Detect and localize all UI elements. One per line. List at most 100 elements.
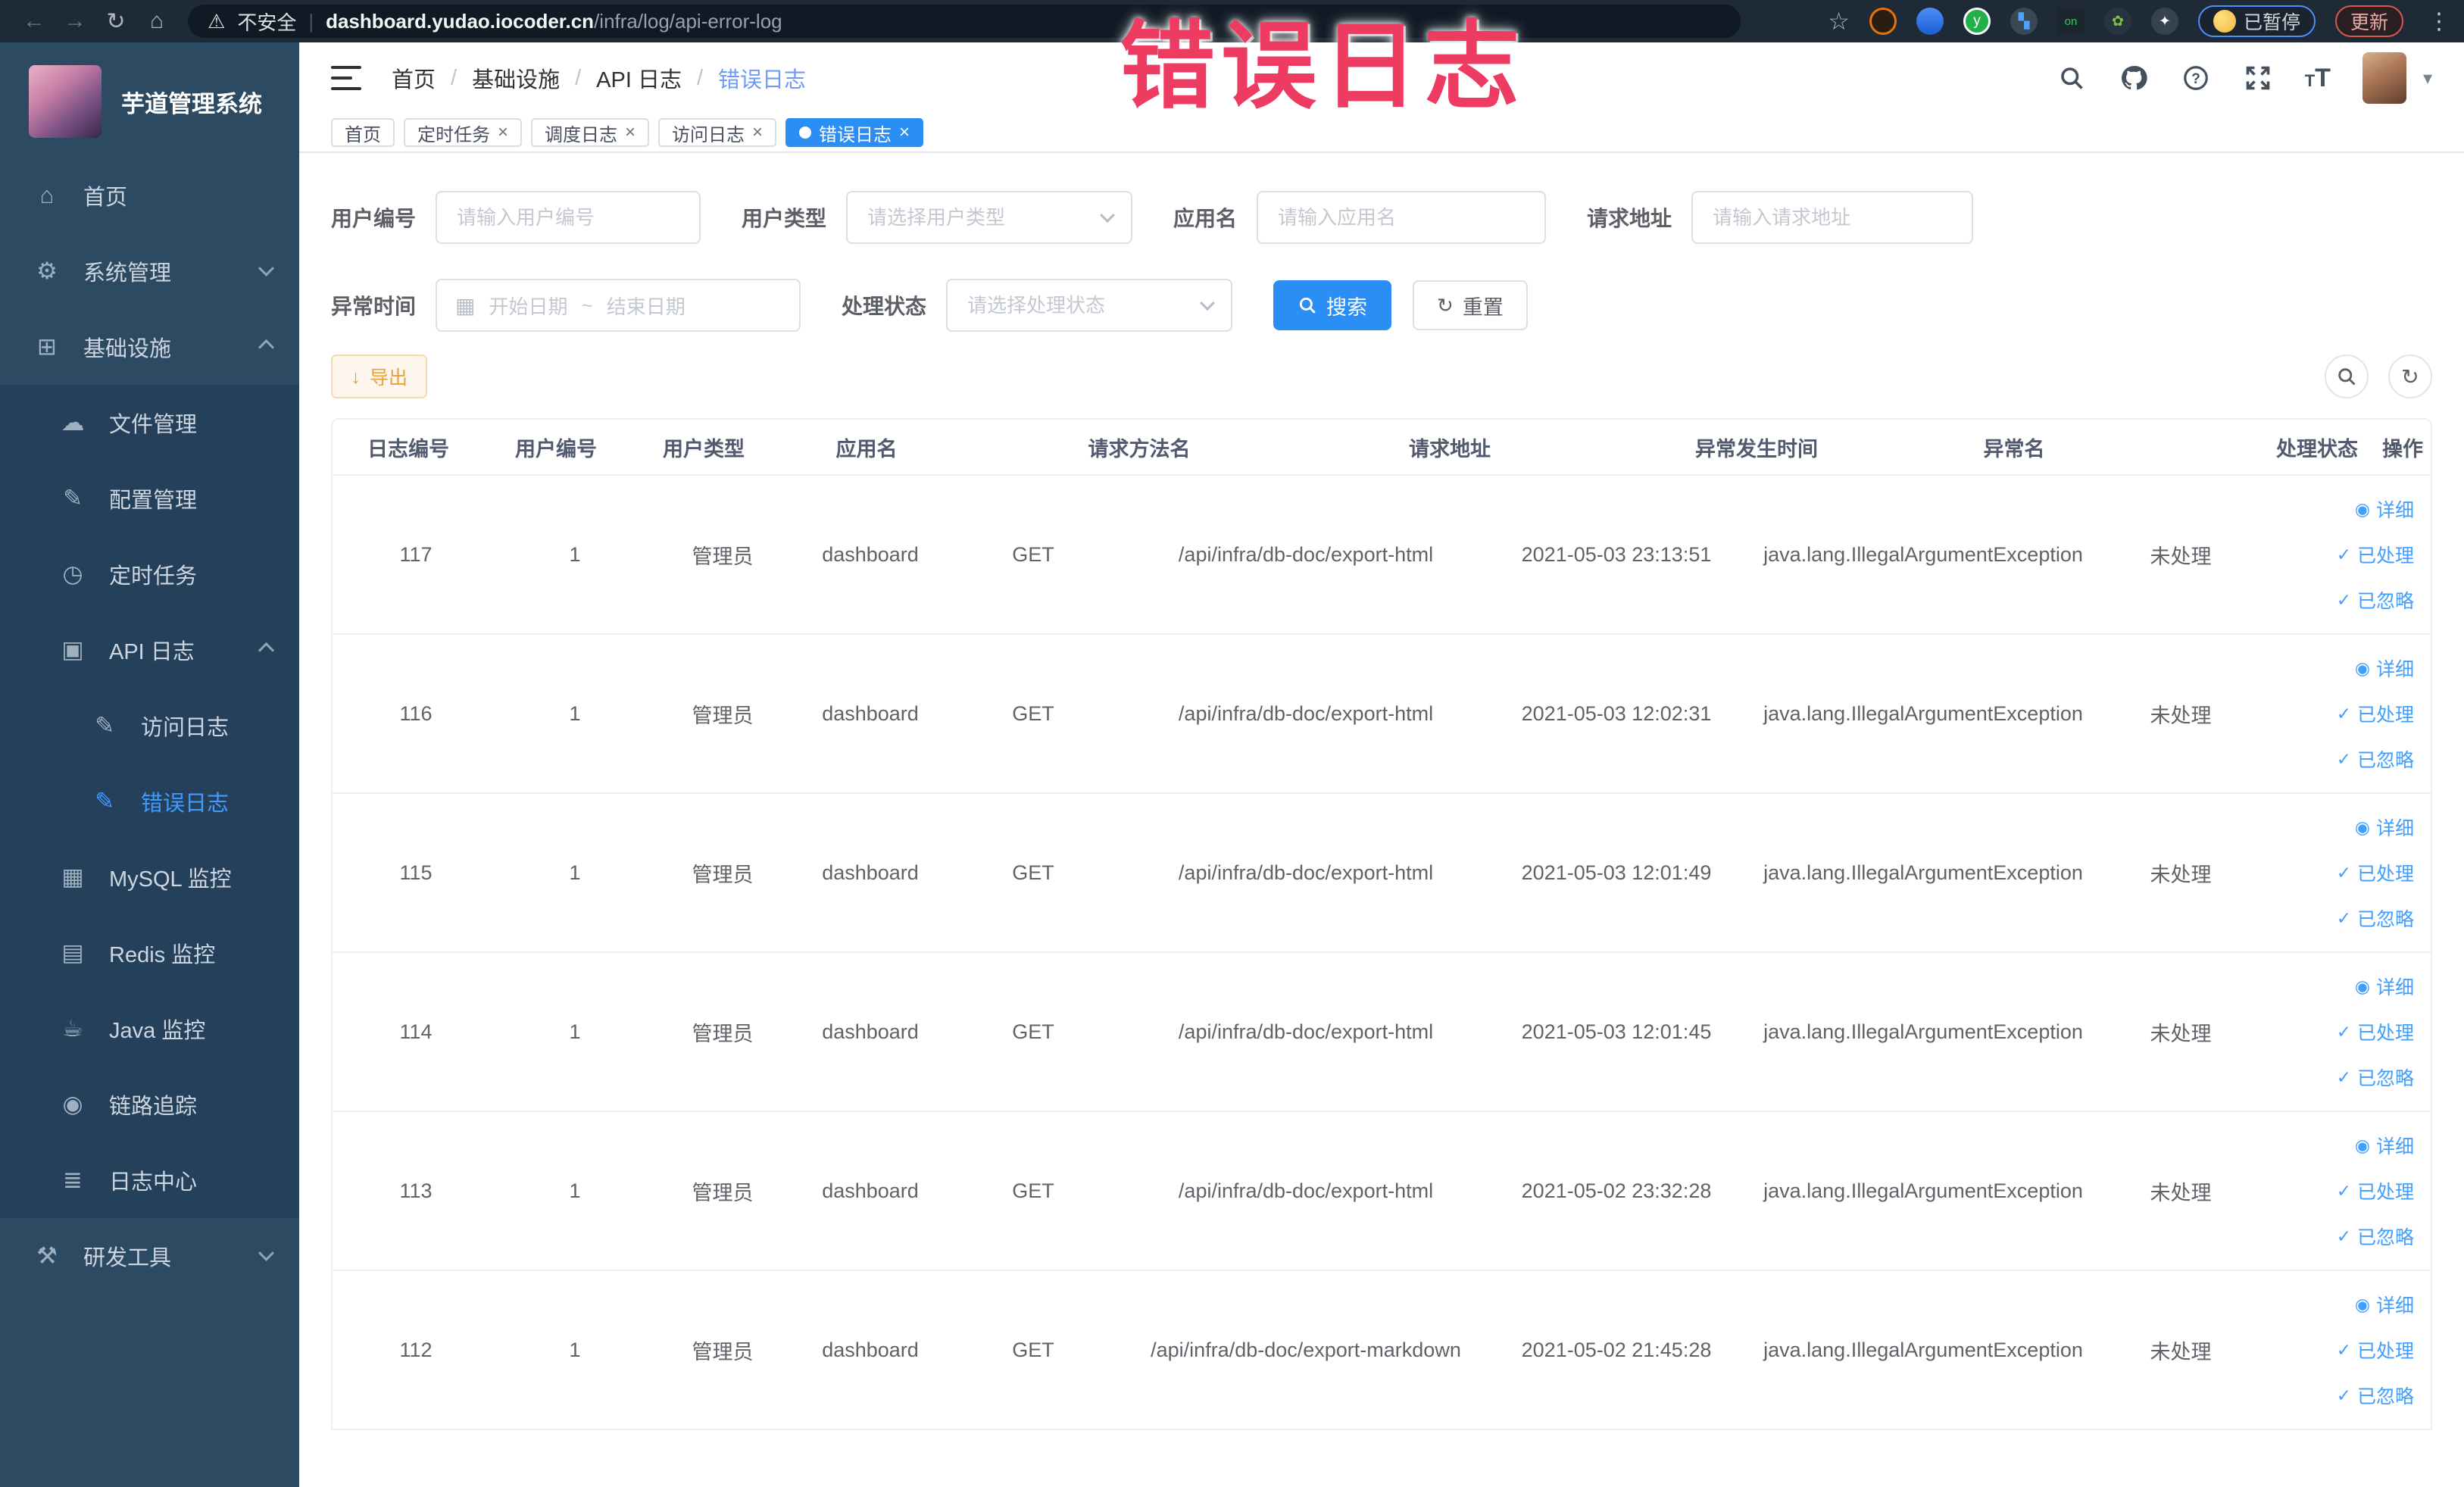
mark-processed-link[interactable]: ✓ 已处理 [2337,1177,2414,1204]
detail-link[interactable]: ◉ 详细 [2355,1132,2414,1159]
sidebar-item-redis-monitor[interactable]: ▤ Redis 监控 [0,915,299,991]
github-icon[interactable] [2119,63,2149,93]
app-logo[interactable]: 芋道管理系统 [0,42,299,158]
table-row[interactable]: 116 1 管理员 dashboard GET /api/infra/db-do… [333,635,2431,794]
sidebar-item-infra[interactable]: ⊞ 基础设施 [0,309,299,385]
close-icon[interactable]: × [752,123,763,142]
sidebar-item-config-manage[interactable]: ✎ 配置管理 [0,461,299,536]
user-type-select-input[interactable] [846,191,1133,244]
mark-ignored-link[interactable]: ✓ 已忽略 [2337,1223,2414,1250]
sidebar-item-access-log[interactable]: ✎ 访问日志 [0,688,299,764]
mark-ignored-link[interactable]: ✓ 已忽略 [2337,1382,2414,1409]
detail-link[interactable]: ◉ 详细 [2355,814,2414,841]
calendar-icon: ▦ [455,293,476,317]
mark-processed-link[interactable]: ✓ 已处理 [2337,700,2414,727]
extension-icon[interactable] [1869,8,1897,35]
request-url-input[interactable] [1691,191,1974,244]
cell-status: 未处理 [2150,1340,2212,1364]
tag-home[interactable]: 首页 [331,118,395,147]
tag-schedule-log[interactable]: 调度日志 × [531,118,650,147]
avatar-caret-icon[interactable]: ▾ [2423,67,2432,89]
exception-time-range-picker[interactable]: ▦ 开始日期 ~ 结束日期 [436,279,801,332]
breadcrumb-item[interactable]: API 日志 [596,62,682,94]
table-row[interactable]: 117 1 管理员 dashboard GET /api/infra/db-do… [333,476,2431,635]
mark-ignored-link[interactable]: ✓ 已忽略 [2337,1064,2414,1091]
cell-exception-name: java.lang.IllegalArgumentException [1763,861,2083,884]
mark-ignored-link[interactable]: ✓ 已忽略 [2337,904,2414,932]
font-size-icon[interactable]: TT [2305,64,2331,93]
table-row[interactable]: 113 1 管理员 dashboard GET /api/infra/db-do… [333,1112,2431,1271]
app-name-input[interactable] [1257,191,1547,244]
close-icon[interactable]: × [625,123,636,142]
mark-processed-link[interactable]: ✓ 已处理 [2337,1018,2414,1045]
process-status-select[interactable] [946,279,1233,332]
close-icon[interactable]: × [498,123,508,142]
reset-button[interactable]: ↻ 重置 [1413,280,1528,330]
mark-ignored-link[interactable]: ✓ 已忽略 [2337,586,2414,614]
browser-menu-icon[interactable]: ⋮ [2428,8,2450,35]
fullscreen-icon[interactable] [2243,63,2273,93]
sidebar-toggle-icon[interactable] [331,66,361,90]
sidebar-item-devtools[interactable]: ⚒ 研发工具 [0,1218,299,1294]
edit-icon: ✎ [95,788,114,814]
tag-error-log[interactable]: 错误日志 × [785,118,924,147]
toggle-search-button[interactable] [2325,355,2369,398]
user-id-input[interactable] [436,191,701,244]
search-icon[interactable] [2056,63,2087,93]
sidebar-item-trace[interactable]: ◉ 链路追踪 [0,1067,299,1142]
mark-processed-link[interactable]: ✓ 已处理 [2337,1336,2414,1364]
extension-icon[interactable]: ✿ [2103,8,2131,35]
detail-link[interactable]: ◉ 详细 [2355,654,2414,682]
sidebar-item-file-manage[interactable]: ☁ 文件管理 [0,385,299,461]
table-row[interactable]: 115 1 管理员 dashboard GET /api/infra/db-do… [333,794,2431,953]
reload-icon[interactable]: ↻ [95,5,136,38]
sidebar-item-scheduled-job[interactable]: ◷ 定时任务 [0,536,299,612]
back-icon[interactable]: ← [14,5,55,38]
detail-link[interactable]: ◉ 详细 [2355,973,2414,1000]
sidebar-item-log-center[interactable]: ≣ 日志中心 [0,1142,299,1218]
tag-access-log[interactable]: 访问日志 × [658,118,777,147]
extension-icon[interactable] [1916,8,1944,35]
search-button[interactable]: 搜索 [1273,280,1392,330]
sidebar-item-java-monitor[interactable]: ☕ Java 监控 [0,991,299,1067]
sidebar-item-error-log[interactable]: ✎ 错误日志 [0,764,299,839]
extension-icon[interactable]: on [2056,8,2085,35]
sidebar-item-system[interactable]: ⚙ 系统管理 [0,233,299,309]
table-row[interactable]: 112 1 管理员 dashboard GET /api/infra/db-do… [333,1271,2431,1430]
extension-icon[interactable]: ▚ [2010,8,2038,35]
tag-scheduled-job[interactable]: 定时任务 × [404,118,523,147]
extension-icon[interactable]: y [1963,8,1991,35]
home-nav-icon[interactable]: ⌂ [136,5,177,38]
detail-link[interactable]: ◉ 详细 [2355,495,2414,523]
close-icon[interactable]: × [899,123,910,142]
sidebar-item-label: Java 监控 [109,1019,206,1043]
mark-ignored-link[interactable]: ✓ 已忽略 [2337,745,2414,773]
breadcrumb-item[interactable]: 首页 [392,62,436,94]
sidebar-item-label: 文件管理 [109,413,198,437]
user-avatar[interactable] [2362,52,2406,104]
process-status-select-input[interactable] [946,279,1233,332]
help-icon[interactable]: ? [2181,63,2211,93]
update-chip[interactable]: 更新 [2334,5,2403,37]
mark-processed-link[interactable]: ✓ 已处理 [2337,541,2414,568]
cell-user-type: 管理员 [692,1022,754,1045]
export-button[interactable]: ↓ 导出 [331,355,428,398]
sidebar-item-home[interactable]: ⌂ 首页 [0,158,299,233]
refresh-table-button[interactable]: ↻ [2388,355,2432,398]
bookmark-star-icon[interactable]: ☆ [1828,7,1850,36]
table-header-row: 日志编号 用户编号 用户类型 应用名 请求方法名 请求地址 异常发生时间 异常名 处理状态 操作 [333,420,2431,476]
sidebar-item-mysql-monitor[interactable]: ▦ MySQL 监控 [0,839,299,915]
detail-link[interactable]: ◉ 详细 [2355,1291,2414,1318]
table-row[interactable]: 114 1 管理员 dashboard GET /api/infra/db-do… [333,953,2431,1112]
profile-paused-chip[interactable]: 已暂停 [2197,5,2316,37]
forward-icon[interactable]: → [55,5,95,38]
cell-log-id: 113 [399,1179,433,1202]
breadcrumb-item[interactable]: 基础设施 [472,62,560,94]
mark-processed-link[interactable]: ✓ 已处理 [2337,859,2414,886]
eye-icon: ◉ [2354,658,2370,678]
user-type-select[interactable] [846,191,1133,244]
cell-app-name: dashboard [822,1338,919,1361]
extension-icon[interactable]: ✦ [2150,8,2178,35]
address-bar[interactable]: ⚠ 不安全 | dashboard.yudao.iocoder.cn/infra… [188,5,1741,38]
sidebar-item-api-log[interactable]: ▣ API 日志 [0,612,299,688]
